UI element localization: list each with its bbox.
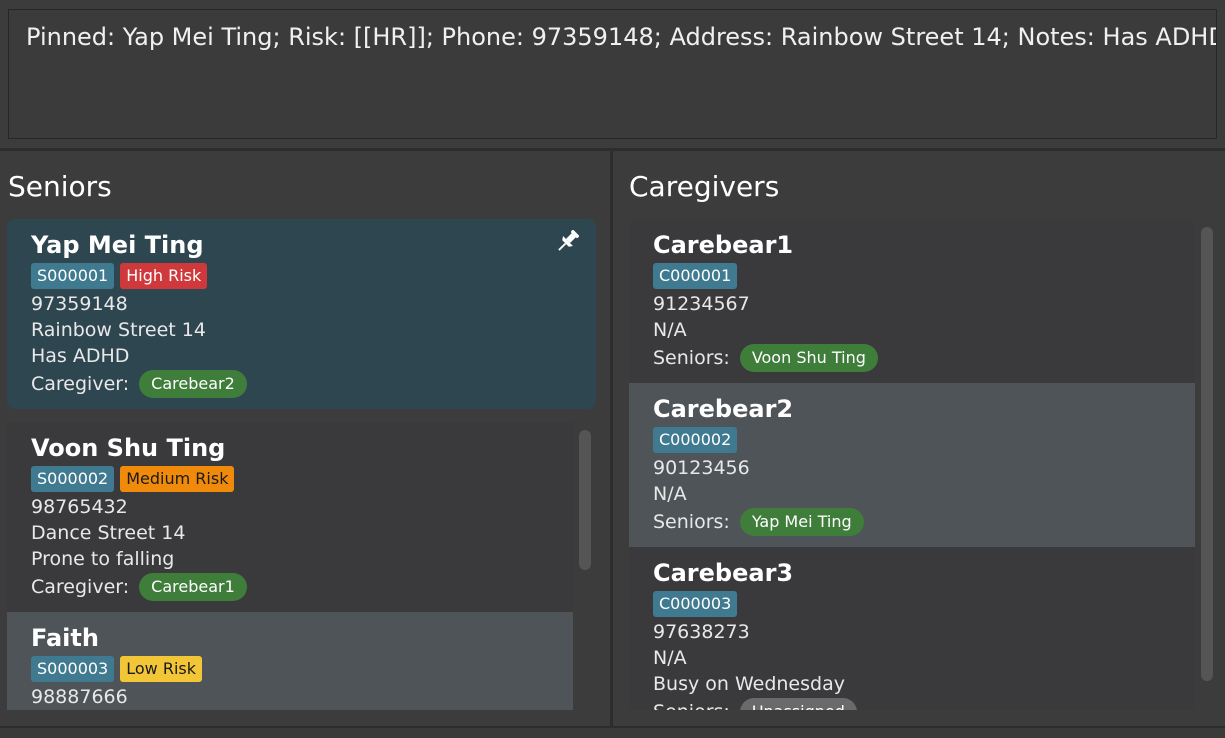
caregiver-name: Carebear3 [653, 559, 794, 587]
senior-address: Dance Street 14 [31, 522, 186, 544]
caregiver-id-tag: C000003 [653, 591, 738, 617]
senior-card[interactable]: Faith S000003 Low Risk 98887666 [7, 612, 573, 710]
senior-card[interactable]: Voon Shu Ting S000002 Medium Risk 987654… [7, 422, 573, 612]
risk-tag: Medium Risk [120, 466, 235, 492]
senior-pill: Voon Shu Ting [739, 344, 878, 372]
caregiver-phone: 91234567 [653, 293, 750, 315]
caregiver-notes: Busy on Wednesday [653, 673, 845, 695]
senior-phone: 97359148 [31, 293, 128, 315]
caregiver-phone: 90123456 [653, 457, 750, 479]
pin-icon[interactable] [554, 227, 582, 255]
senior-pill: Yap Mei Ting [739, 508, 864, 536]
caregiver-name: Carebear1 [653, 231, 794, 259]
seniors-label: Seniors: [653, 511, 730, 533]
result-display: Pinned: Yap Mei Ting; Risk: [[HR]]; Phon… [8, 9, 1217, 139]
result-text: Pinned: Yap Mei Ting; Risk: [[HR]]; Phon… [26, 23, 1217, 51]
pinned-senior-area: Yap Mei Ting S000001 High Risk 97359148 … [7, 219, 596, 409]
senior-id-tag: S000002 [31, 466, 115, 492]
senior-notes: Prone to falling [31, 548, 175, 570]
caregiver-card[interactable]: Carebear3 C000003 97638273 N/A Busy on W… [629, 547, 1195, 710]
caregiver-list-scrollbar[interactable] [1201, 227, 1213, 681]
column-divider[interactable] [610, 151, 613, 726]
senior-address: Rainbow Street 14 [31, 319, 206, 341]
senior-name: Yap Mei Ting [31, 231, 204, 259]
senior-phone: 98765432 [31, 496, 128, 518]
pinned-senior-card[interactable]: Yap Mei Ting S000001 High Risk 97359148 … [7, 219, 596, 409]
senior-notes: Has ADHD [31, 345, 130, 367]
senior-id-tag: S000003 [31, 656, 115, 682]
senior-name: Faith [31, 624, 99, 652]
caregiver-phone: 97638273 [653, 621, 750, 643]
senior-list[interactable]: Voon Shu Ting S000002 Medium Risk 987654… [7, 422, 596, 710]
senior-list-scrollbar[interactable] [579, 430, 591, 570]
status-bar [0, 726, 1225, 738]
senior-id-tag: S000001 [31, 263, 115, 289]
seniors-title: Seniors [8, 170, 112, 203]
caregiver-card[interactable]: Carebear2 C000002 90123456 N/A Seniors: … [629, 383, 1195, 547]
caregiver-id-tag: C000002 [653, 427, 738, 453]
risk-tag: High Risk [120, 263, 208, 289]
caregiver-address: N/A [653, 483, 687, 505]
caregiver-label: Caregiver: [31, 373, 130, 395]
risk-tag: Low Risk [120, 656, 202, 682]
caregiver-label: Caregiver: [31, 576, 130, 598]
caregiver-card[interactable]: Carebear1 C000001 91234567 N/A Seniors: … [629, 219, 1195, 383]
seniors-label: Seniors: [653, 701, 730, 710]
senior-pill: Unassigned [739, 698, 857, 710]
caregiver-pill: Carebear2 [139, 370, 247, 398]
caregiver-list[interactable]: Carebear1 C000001 91234567 N/A Seniors: … [629, 219, 1217, 710]
senior-phone: 98887666 [31, 686, 128, 708]
caregiver-id-tag: C000001 [653, 263, 738, 289]
caregiver-address: N/A [653, 647, 687, 669]
caregiver-name: Carebear2 [653, 395, 794, 423]
caregiver-pill: Carebear1 [139, 573, 247, 601]
seniors-label: Seniors: [653, 347, 730, 369]
caregivers-title: Caregivers [629, 170, 780, 203]
caregiver-address: N/A [653, 319, 687, 341]
senior-name: Voon Shu Ting [31, 434, 226, 462]
